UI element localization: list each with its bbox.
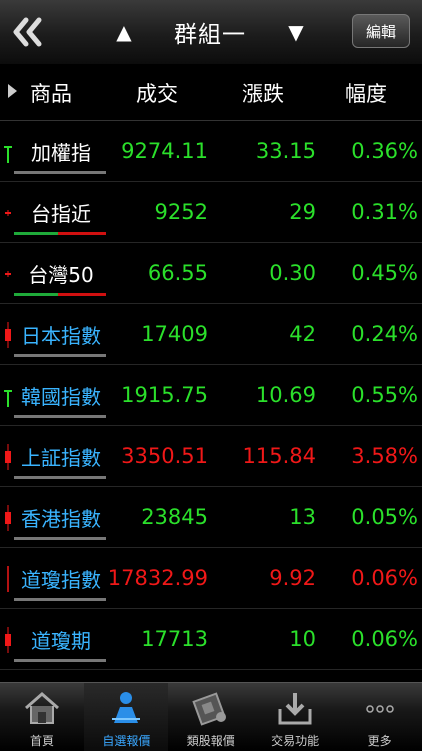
group-selector: ▲ 群組一 ▼ (110, 14, 310, 50)
edit-button[interactable]: 編輯 (352, 14, 410, 48)
change-value: 13 (289, 505, 316, 529)
volume-bar (14, 354, 106, 357)
trend-indicator-icon (3, 198, 13, 228)
tab-label: 首頁 (29, 734, 54, 748)
tab-favorite-quote[interactable]: 自選報價 (84, 683, 169, 751)
volume-bar (14, 415, 106, 418)
product-name: 台指近 (31, 202, 91, 226)
back-double-chevron-icon[interactable] (10, 14, 46, 50)
trend-indicator-icon (3, 564, 13, 594)
price-value: 17713 (141, 627, 208, 651)
trend-indicator-icon (3, 503, 13, 533)
page-title: 群組一 (174, 22, 246, 48)
percent-value: 0.06% (351, 627, 418, 651)
tab-label: 自選報價 (102, 734, 151, 748)
column-product[interactable]: 商品 (30, 78, 72, 108)
sector-quote-icon (191, 689, 231, 727)
volume-bar (14, 232, 106, 235)
percent-value: 0.31% (351, 200, 418, 224)
home-icon (22, 689, 62, 727)
more-icon (360, 689, 400, 727)
price-value: 9252 (154, 200, 208, 224)
price-value: 9274.11 (121, 139, 208, 163)
percent-value: 0.06% (351, 566, 418, 590)
volume-bar (14, 171, 106, 174)
quote-list: 加權指 9274.11 33.15 0.36% 台指近 9252 29 0.31% 台灣50 66… (0, 121, 422, 670)
tab-label: 更多 (367, 734, 392, 748)
change-value: 115.84 (242, 444, 316, 468)
volume-bar (14, 659, 106, 662)
trend-indicator-icon (3, 381, 13, 411)
change-value: 33.15 (255, 139, 316, 163)
percent-value: 0.36% (351, 139, 418, 163)
bottom-tab-bar: 首頁 自選報價 類股報價 交易功能 更多 (0, 682, 422, 751)
product-name: 加權指 (31, 141, 91, 165)
trend-indicator-icon (3, 320, 13, 350)
percent-value: 3.58% (351, 444, 418, 468)
quote-row[interactable]: 韓國指數 1915.75 10.69 0.55% (0, 365, 422, 426)
price-value: 1915.75 (121, 383, 208, 407)
expand-arrow-icon[interactable] (8, 84, 17, 98)
product-name: 日本指數 (21, 324, 101, 348)
percent-value: 0.45% (351, 261, 418, 285)
tab-label: 交易功能 (271, 734, 320, 748)
percent-value: 0.55% (351, 383, 418, 407)
change-value: 0.30 (269, 261, 316, 285)
tab-trade[interactable]: 交易功能 (253, 683, 337, 751)
quote-row[interactable]: 日本指數 17409 42 0.24% (0, 304, 422, 365)
price-value: 66.55 (147, 261, 208, 285)
price-value: 23845 (141, 505, 208, 529)
percent-value: 0.05% (351, 505, 418, 529)
tab-sector-quote[interactable]: 類股報價 (169, 683, 253, 751)
volume-bar (14, 476, 106, 479)
trade-icon (275, 689, 315, 727)
trend-indicator-icon (3, 625, 13, 655)
quote-row[interactable]: 上証指數 3350.51 115.84 3.58% (0, 426, 422, 487)
change-value: 29 (289, 200, 316, 224)
column-change[interactable]: 漲跌 (242, 78, 284, 108)
percent-value: 0.24% (351, 322, 418, 346)
column-header: 商品 成交 漲跌 幅度 (0, 64, 422, 121)
product-name: 上証指數 (21, 446, 101, 470)
price-value: 17409 (141, 322, 208, 346)
product-name: 台灣50 (28, 263, 94, 287)
previous-group-arrow-icon[interactable]: ▲ (110, 20, 138, 44)
change-value: 10.69 (255, 383, 316, 407)
change-value: 10 (289, 627, 316, 651)
price-value: 3350.51 (121, 444, 208, 468)
volume-bar (14, 293, 106, 296)
product-name: 韓國指數 (21, 385, 101, 409)
trend-indicator-icon (3, 137, 13, 167)
trend-indicator-icon (3, 442, 13, 472)
product-name: 香港指數 (21, 507, 101, 531)
product-name: 道瓊期 (31, 629, 91, 653)
tab-label: 類股報價 (186, 734, 235, 748)
volume-bar (14, 537, 106, 540)
quote-row[interactable]: 台指近 9252 29 0.31% (0, 182, 422, 243)
top-navigation-bar: ▲ 群組一 ▼ 編輯 (0, 0, 422, 65)
quote-row[interactable]: 道瓊指數 17832.99 9.92 0.06% (0, 548, 422, 609)
column-percent[interactable]: 幅度 (345, 78, 387, 108)
quote-row[interactable]: 加權指 9274.11 33.15 0.36% (0, 121, 422, 182)
favorite-quote-icon (106, 689, 146, 727)
next-group-arrow-icon[interactable]: ▼ (282, 20, 310, 44)
tab-more[interactable]: 更多 (338, 683, 422, 751)
volume-bar (14, 598, 106, 601)
column-price[interactable]: 成交 (136, 78, 178, 108)
trend-indicator-icon (3, 259, 13, 289)
quote-row[interactable]: 台灣50 66.55 0.30 0.45% (0, 243, 422, 304)
tab-home[interactable]: 首頁 (0, 683, 84, 751)
change-value: 9.92 (269, 566, 316, 590)
quote-row[interactable]: 香港指數 23845 13 0.05% (0, 487, 422, 548)
quote-row[interactable]: 道瓊期 17713 10 0.06% (0, 609, 422, 670)
change-value: 42 (289, 322, 316, 346)
price-value: 17832.99 (107, 566, 208, 590)
product-name: 道瓊指數 (21, 568, 101, 592)
